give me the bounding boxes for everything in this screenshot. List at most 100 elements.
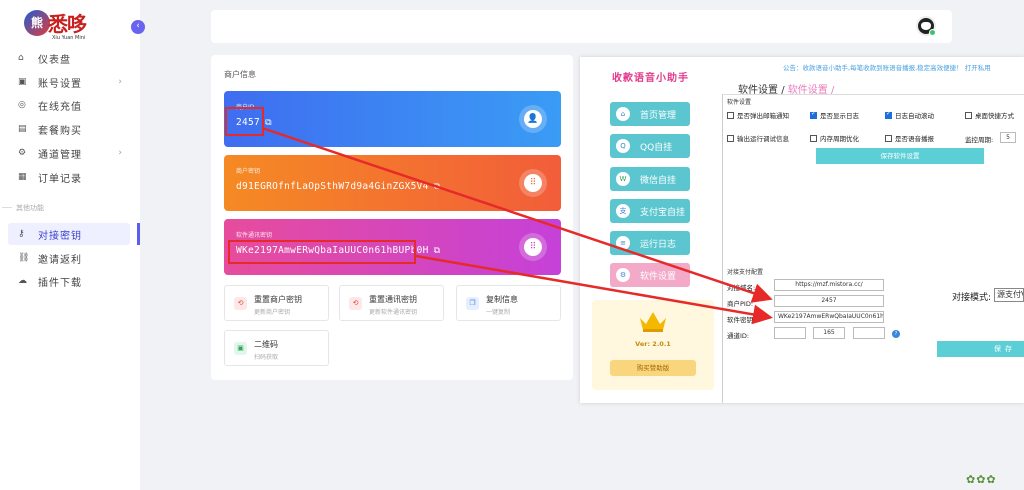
- checkbox[interactable]: [965, 111, 972, 119]
- checkbox[interactable]: [727, 111, 734, 119]
- checkbox[interactable]: [727, 134, 734, 142]
- save-pay-config-button[interactable]: 保存: [937, 341, 1024, 357]
- vip-box: Ver: 2.0.1 购买赞助版: [592, 300, 714, 390]
- package-icon: ▤: [18, 124, 27, 134]
- checkbox-label: 是否显示日志: [820, 112, 859, 120]
- software-key-label: 软件密钥:: [727, 316, 756, 324]
- checkbox-auto-scroll[interactable]: 日志自动滚动: [885, 110, 934, 120]
- gear-icon: ⚙: [18, 148, 27, 158]
- menu-label: 支付宝自挂: [640, 207, 686, 218]
- home-icon: ⌂: [18, 53, 24, 63]
- qr-code-icon: ▣: [234, 342, 247, 355]
- checkbox[interactable]: [810, 110, 817, 119]
- app-menu-wechat[interactable]: W 微信自挂: [610, 167, 690, 191]
- sidebar-item-dashboard[interactable]: ⌂ 仪表盘: [8, 47, 130, 69]
- settings-section-title: 软件设置: [727, 99, 752, 106]
- qr-code-button[interactable]: ▣ 二维码 扫码获取: [224, 330, 329, 366]
- action-desc: 扫码获取: [254, 354, 279, 361]
- channel-id-input-suffix[interactable]: [853, 327, 885, 339]
- refresh-icon: ⟲: [349, 297, 362, 310]
- link-icon: ⛓: [18, 253, 30, 263]
- action-desc: 更新软件通讯密钥: [369, 309, 418, 316]
- save-settings-button[interactable]: 保存软件设置: [816, 148, 984, 164]
- voice-assistant-app-window: 收款语音小助手 ⌂ 首页管理 Q QQ自挂 W 微信自挂 支支付宝自挂 ≡ 运行日志 ⚙…: [580, 57, 1024, 403]
- copy-icon[interactable]: ⧉: [434, 182, 441, 192]
- domain-input[interactable]: https://mzf.mistora.cc/: [774, 279, 884, 291]
- user-icon: 👤: [524, 110, 542, 128]
- sidebar-item-label: 在线充值: [38, 101, 82, 113]
- keypad-icon-badge: ⠿: [519, 233, 547, 261]
- sidebar: 熊 悉哆 Xiu Yuan Mini ⌂ 仪表盘 ▣ 账号设置 › ◎ 在线充值…: [0, 0, 140, 490]
- sidebar-item-invite[interactable]: ⛓ 邀请返利: [8, 247, 130, 269]
- sidebar-item-account-settings[interactable]: ▣ 账号设置 ›: [8, 71, 130, 93]
- logo-mark: 熊: [24, 10, 50, 36]
- tray-icons: ✿✿✿: [966, 473, 997, 486]
- app-menu-qq[interactable]: Q QQ自挂: [610, 134, 690, 158]
- collapse-sidebar-button[interactable]: ‹: [131, 20, 145, 34]
- copy-icon[interactable]: ⧉: [265, 118, 272, 128]
- sidebar-item-channels[interactable]: ⚙ 通道管理 ›: [8, 142, 130, 164]
- checkbox[interactable]: [885, 134, 892, 142]
- app-menu-home[interactable]: ⌂ 首页管理: [610, 102, 690, 126]
- logo[interactable]: 熊 悉哆 Xiu Yuan Mini: [24, 8, 98, 44]
- merchant-key-value[interactable]: d91EGROfnfLaOpSthW7d9a4GinZGX5V4 ⧉: [236, 181, 440, 192]
- checkbox-email-notify[interactable]: 是否弹出邮箱通知: [727, 110, 789, 120]
- nav-group-label: 其他功能: [2, 204, 44, 212]
- sidebar-item-api-key[interactable]: ⚷ 对接密钥: [8, 223, 140, 245]
- channel-id-input-prefix[interactable]: [774, 327, 806, 339]
- pid-input[interactable]: 2457: [774, 295, 884, 307]
- checkbox-memory-optimize[interactable]: 内存周期优化: [810, 133, 859, 143]
- checkbox-debug-output[interactable]: 输出运行调试信息: [727, 133, 789, 143]
- sidebar-item-plugins[interactable]: ☁ 插件下载: [8, 270, 130, 292]
- app-menu-alipay[interactable]: 支支付宝自挂: [610, 199, 690, 223]
- cloud-download-icon: ☁: [18, 276, 27, 286]
- checkbox[interactable]: [885, 110, 892, 119]
- avatar[interactable]: [916, 16, 936, 36]
- mode-label: 对接模式:: [952, 293, 992, 303]
- checkbox-label: 是否语音播报: [895, 135, 934, 143]
- app-menu-settings[interactable]: ⚙ 软件设置: [610, 263, 690, 287]
- checkbox-label: 是否弹出邮箱通知: [737, 112, 789, 120]
- sidebar-item-label: 通道管理: [38, 149, 82, 161]
- sidebar-item-label: 套餐购买: [38, 125, 82, 137]
- checkbox-voice-broadcast[interactable]: 是否语音播报: [885, 133, 934, 143]
- software-key-input[interactable]: WKe2197AmwERwQbaIaUUC0n61hBUPb0H: [774, 311, 884, 323]
- sidebar-item-packages[interactable]: ▤ 套餐购买: [8, 118, 130, 140]
- domain-label: 对接域名:: [727, 284, 756, 292]
- chevron-right-icon: ›: [118, 148, 122, 158]
- action-name: 重置商户密钥: [254, 295, 302, 304]
- sidebar-item-recharge[interactable]: ◎ 在线充值: [8, 94, 130, 116]
- app-menu-logs[interactable]: ≡ 运行日志: [610, 231, 690, 255]
- copy-info-button[interactable]: ❐ 复制信息 一键复制: [456, 285, 561, 321]
- refresh-icon: ⟲: [234, 297, 247, 310]
- menu-label: 首页管理: [640, 110, 677, 121]
- checkbox-label: 内存周期优化: [820, 135, 859, 143]
- gear-icon: ⚙: [616, 268, 630, 282]
- mode-select[interactable]: 源支付V: [994, 288, 1024, 302]
- action-name: 重置通讯密钥: [369, 295, 417, 304]
- online-status-dot: [929, 29, 936, 36]
- version-text: Ver: 2.0.1: [635, 340, 671, 348]
- buy-sponsor-button[interactable]: 购买赞助版: [610, 360, 696, 376]
- sidebar-item-orders[interactable]: ▦ 订单记录: [8, 166, 130, 188]
- copy-icon[interactable]: ⧉: [434, 246, 441, 256]
- checkbox-desktop-shortcut[interactable]: 桌面快捷方式: [965, 110, 1014, 120]
- menu-label: QQ自挂: [640, 142, 673, 153]
- channel-id-input[interactable]: 165: [813, 327, 845, 339]
- account-icon: ▣: [18, 77, 27, 87]
- reset-comm-key-button[interactable]: ⟲ 重置通讯密钥 更新软件通讯密钥: [339, 285, 444, 321]
- action-name: 二维码: [254, 340, 278, 349]
- help-icon[interactable]: ?: [892, 330, 900, 338]
- sidebar-item-label: 对接密钥: [38, 230, 82, 242]
- checkbox-show-log[interactable]: 是否显示日志: [810, 110, 859, 120]
- pid-label: 商户PID:: [727, 300, 754, 308]
- recharge-icon: ◎: [18, 100, 26, 110]
- monitor-period-input[interactable]: 5: [1000, 132, 1016, 143]
- pay-config-title: 对接支付配置: [727, 269, 764, 276]
- notice-banner: 公告：收款语音小助手,每笔收款到账语音播报,稳定高效便捷！ 打开私用: [783, 64, 991, 72]
- checkbox-label: 桌面快捷方式: [975, 112, 1014, 120]
- checkbox[interactable]: [810, 134, 817, 142]
- action-desc: 一键复制: [486, 309, 511, 316]
- reset-merchant-key-button[interactable]: ⟲ 重置商户密钥 更新商户密钥: [224, 285, 329, 321]
- key-icon: ⚷: [18, 229, 25, 239]
